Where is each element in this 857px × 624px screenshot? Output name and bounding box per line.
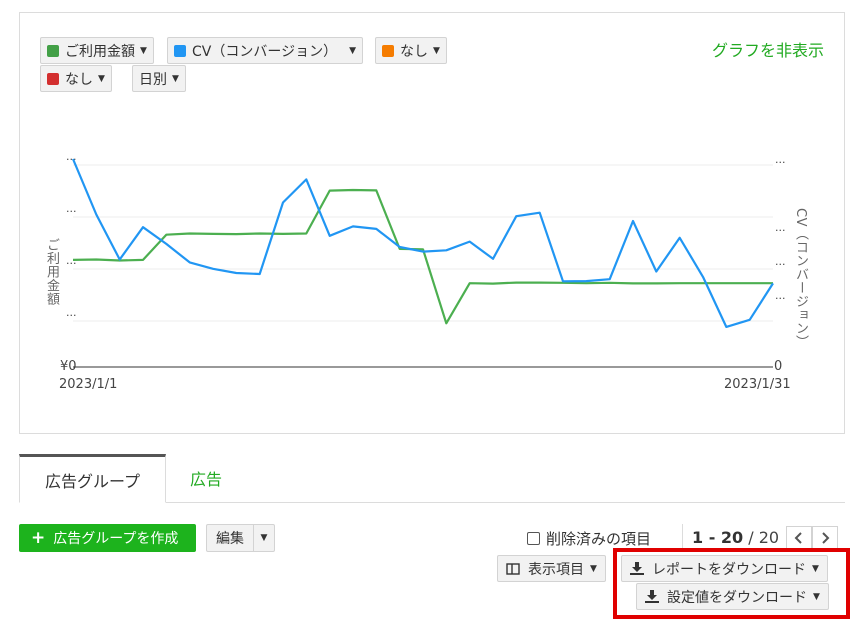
caret-down-icon: ▼ [590, 563, 597, 574]
tab-ad-groups[interactable]: 広告グループ [19, 454, 166, 503]
show-deleted-label: 削除済みの項目 [546, 530, 652, 548]
highlight-box [613, 548, 850, 619]
create-ad-group-button[interactable]: + 広告グループを作成 [19, 524, 196, 552]
line-chart [71, 158, 774, 368]
chevron-left-icon [794, 532, 802, 544]
edit-dropdown-toggle[interactable]: ▼ [254, 525, 274, 551]
caret-down-icon: ▼ [260, 533, 268, 543]
columns-button[interactable]: 表示項目 ▼ [497, 555, 606, 582]
next-page-button[interactable] [812, 526, 838, 550]
plus-icon: + [31, 528, 46, 548]
tab-ads[interactable]: 広告 [166, 454, 246, 502]
chevron-right-icon [822, 532, 830, 544]
pager-separator: / [743, 528, 759, 547]
series-line-2 [71, 158, 774, 328]
show-deleted-checkbox[interactable] [527, 532, 540, 545]
edit-button-group: 編集 ▼ [206, 524, 275, 552]
edit-button[interactable]: 編集 [207, 525, 254, 551]
pager-range: 1 - 20 [692, 528, 744, 547]
series-line-1 [72, 188, 773, 325]
pagination-info: 1 - 20 / 20 [692, 528, 779, 547]
pager-total: 20 [758, 528, 780, 547]
columns-icon [506, 562, 520, 575]
prev-page-button[interactable] [786, 526, 812, 550]
chart-panel: ご利用金額 ▼ CV（コンバージョン） ▼ なし ▼ なし ▼ 日別 ▼ グラフ… [19, 12, 845, 434]
create-ad-group-label: 広告グループを作成 [53, 531, 179, 547]
columns-label: 表示項目 [528, 561, 584, 578]
show-deleted-toggle[interactable]: 削除済みの項目 [527, 528, 651, 549]
